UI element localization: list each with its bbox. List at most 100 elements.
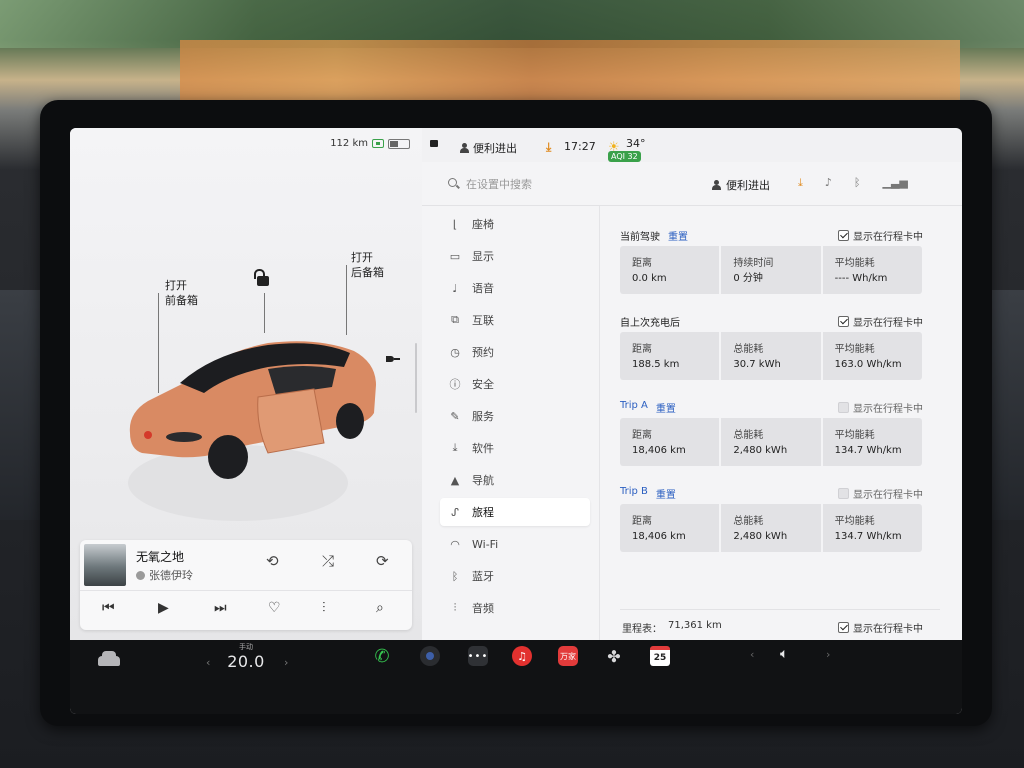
climate-temperature[interactable]: 手动 20.0 [206,642,286,671]
red-app-icon[interactable]: 万家 [558,646,578,666]
artist-name: 张德伊玲 [149,569,193,582]
volume-icon[interactable]: 🔈︎ [780,646,788,662]
settings-profile-name: 便利进出 [726,179,770,192]
calendar-icon[interactable]: 25 [650,646,670,666]
menu-item-wifi[interactable]: ◠ Wi-Fi [440,530,590,558]
profile-button[interactable]: 便利进出 [460,140,517,156]
temp-up-arrow[interactable]: › [284,656,288,669]
current-drive-checkbox[interactable] [838,230,849,241]
since-charge-checkbox[interactable] [838,316,849,327]
menu-item-seats[interactable]: ⌊ 座椅 [440,210,590,238]
stat-cell: 距离 0.0 km [620,246,722,294]
previous-track-icon[interactable]: ⏮ [102,600,115,616]
volume-down-arrow[interactable]: ‹ [750,648,754,661]
trip-a-reset-link[interactable]: 重置 [656,400,676,415]
open-frunk-button[interactable]: 打开 前备箱 [165,278,198,308]
trip-a-header: Trip A 重置 [620,400,676,415]
stat-cell: 距离 18,406 km [620,418,722,466]
current-drive-show-toggle[interactable]: 显示在行程卡中 [838,228,923,243]
favorite-icon[interactable]: ♡ [268,600,281,616]
stat-value: 18,406 km [632,445,686,456]
stat-label: 平均能耗 [834,516,875,527]
stat-label: 平均能耗 [834,344,875,355]
stat-cell: 距离 188.5 km [620,332,722,380]
song-title: 无氧之地 [136,550,185,564]
stat-label: 距离 [632,258,652,269]
menu-item-audio[interactable]: ⫶ 音频 [440,594,590,622]
menu-item-schedule[interactable]: ◷ 预约 [440,338,590,366]
trips-icon: ᔑ [451,505,459,519]
trip-a-checkbox[interactable] [838,402,849,413]
play-icon[interactable]: ▶ [158,600,169,616]
stat-value: 2,480 kWh [733,531,788,542]
since-charge-show-toggle[interactable]: 显示在行程卡中 [838,314,923,329]
settings-profile-button[interactable]: 便利进出 [712,177,770,193]
open-trunk-line2: 后备箱 [351,266,384,279]
menu-item-connectivity[interactable]: ⧉ 互联 [440,306,590,334]
album-art[interactable] [84,544,126,586]
trip-a-show-toggle[interactable]: 显示在行程卡中 [838,400,923,415]
volume-up-arrow[interactable]: › [826,648,830,661]
download-icon: ⤓ [452,441,458,454]
unlock-icon[interactable] [254,269,269,286]
menu-item-trips[interactable]: ᔑ 旅程 [440,498,590,526]
update-download-icon[interactable]: ⤓ [546,140,551,155]
car-controls-icon[interactable] [98,651,120,666]
menu-item-software[interactable]: ⤓ 软件 [440,434,590,462]
door-lock-status-icon[interactable] [430,140,438,147]
media-search-icon[interactable]: ⌕ [376,600,384,616]
settings-search-row: 便利进出 ⤓ ♪ ᛒ ▁▃▅ [422,162,962,206]
stat-cell: 平均能耗 134.7 Wh/km [823,504,922,552]
stat-cell: 距离 18,406 km [620,504,722,552]
repeat-icon[interactable]: ⟳ [376,552,389,570]
camera-icon[interactable] [420,646,440,666]
shuffle-icon[interactable]: ⤮ [322,552,334,570]
repeat-one-icon[interactable]: ⟲ [266,552,279,570]
netease-music-icon[interactable]: ♫ [512,646,532,666]
next-track-icon[interactable]: ⏭ [214,600,227,616]
equalizer-icon[interactable]: ⫶ [322,600,326,616]
since-charge-header: 自上次充电后 [620,314,680,329]
stat-value: ---- Wh/km [834,273,888,284]
fan-icon[interactable]: ✤ [604,646,624,666]
settings-bell-icon[interactable]: ♪ [825,176,832,190]
odometer-value: 71,361 km [668,620,722,631]
settings-profile-icon [712,180,721,190]
menu-item-service[interactable]: ✎ 服务 [440,402,590,430]
trips-content: 当前驾驶 重置 显示在行程卡中 距离 0.0 km 持续时间 0 分钟 平均能耗… [600,206,962,640]
logo-dot [144,431,152,439]
menu-item-label: 软件 [472,442,494,455]
odometer-show-toggle[interactable]: 显示在行程卡中 [838,620,923,635]
bluetooth-icon: ᛒ [451,569,459,583]
menu-item-display[interactable]: ▭ 显示 [440,242,590,270]
menu-item-bluetooth[interactable]: ᛒ 蓝牙 [440,562,590,590]
display-icon: ▭ [449,249,461,263]
open-trunk-button[interactable]: 打开 后备箱 [351,250,384,280]
stat-label: 距离 [632,344,652,355]
trip-b-show-toggle[interactable]: 显示在行程卡中 [838,486,923,501]
artist-row: 张德伊玲 [136,567,193,583]
trip-b-checkbox[interactable] [838,488,849,499]
settings-menu: ⌊ 座椅 ▭ 显示 ♩ 语音 ⧉ 互联 ◷ 预约 ⓘ 安全 ✎ 服务 ⤓ 软件 … [422,206,600,640]
charging-plug-icon [372,139,384,148]
trip-b-reset-link[interactable]: 重置 [656,486,676,501]
wifi-icon: ◠ [450,537,460,551]
settings-bluetooth-icon[interactable]: ᛒ [854,176,861,190]
odometer-checkbox[interactable] [838,622,849,633]
phone-icon[interactable]: ✆ [372,646,392,667]
car-open-door [257,388,325,454]
settings-download-icon[interactable]: ⤓ [798,176,803,190]
menu-item-voice[interactable]: ♩ 语音 [440,274,590,302]
charge-port-icon[interactable] [386,354,400,364]
stat-cell: 平均能耗 ---- Wh/km [823,246,922,294]
app-launcher-icon[interactable]: ••• [468,646,488,666]
stat-value: 134.7 Wh/km [834,531,902,542]
current-drive-reset-link[interactable]: 重置 [668,228,688,243]
menu-item-safety[interactable]: ⓘ 安全 [440,370,590,398]
menu-item-navigation[interactable]: ▲ 导航 [440,466,590,494]
clock-time: 17:27 [564,140,596,153]
menu-item-label: 安全 [472,378,494,391]
open-frunk-line2: 前备箱 [165,294,198,307]
outside-temperature: 34° [626,137,646,150]
settings-search-input[interactable] [466,175,666,193]
